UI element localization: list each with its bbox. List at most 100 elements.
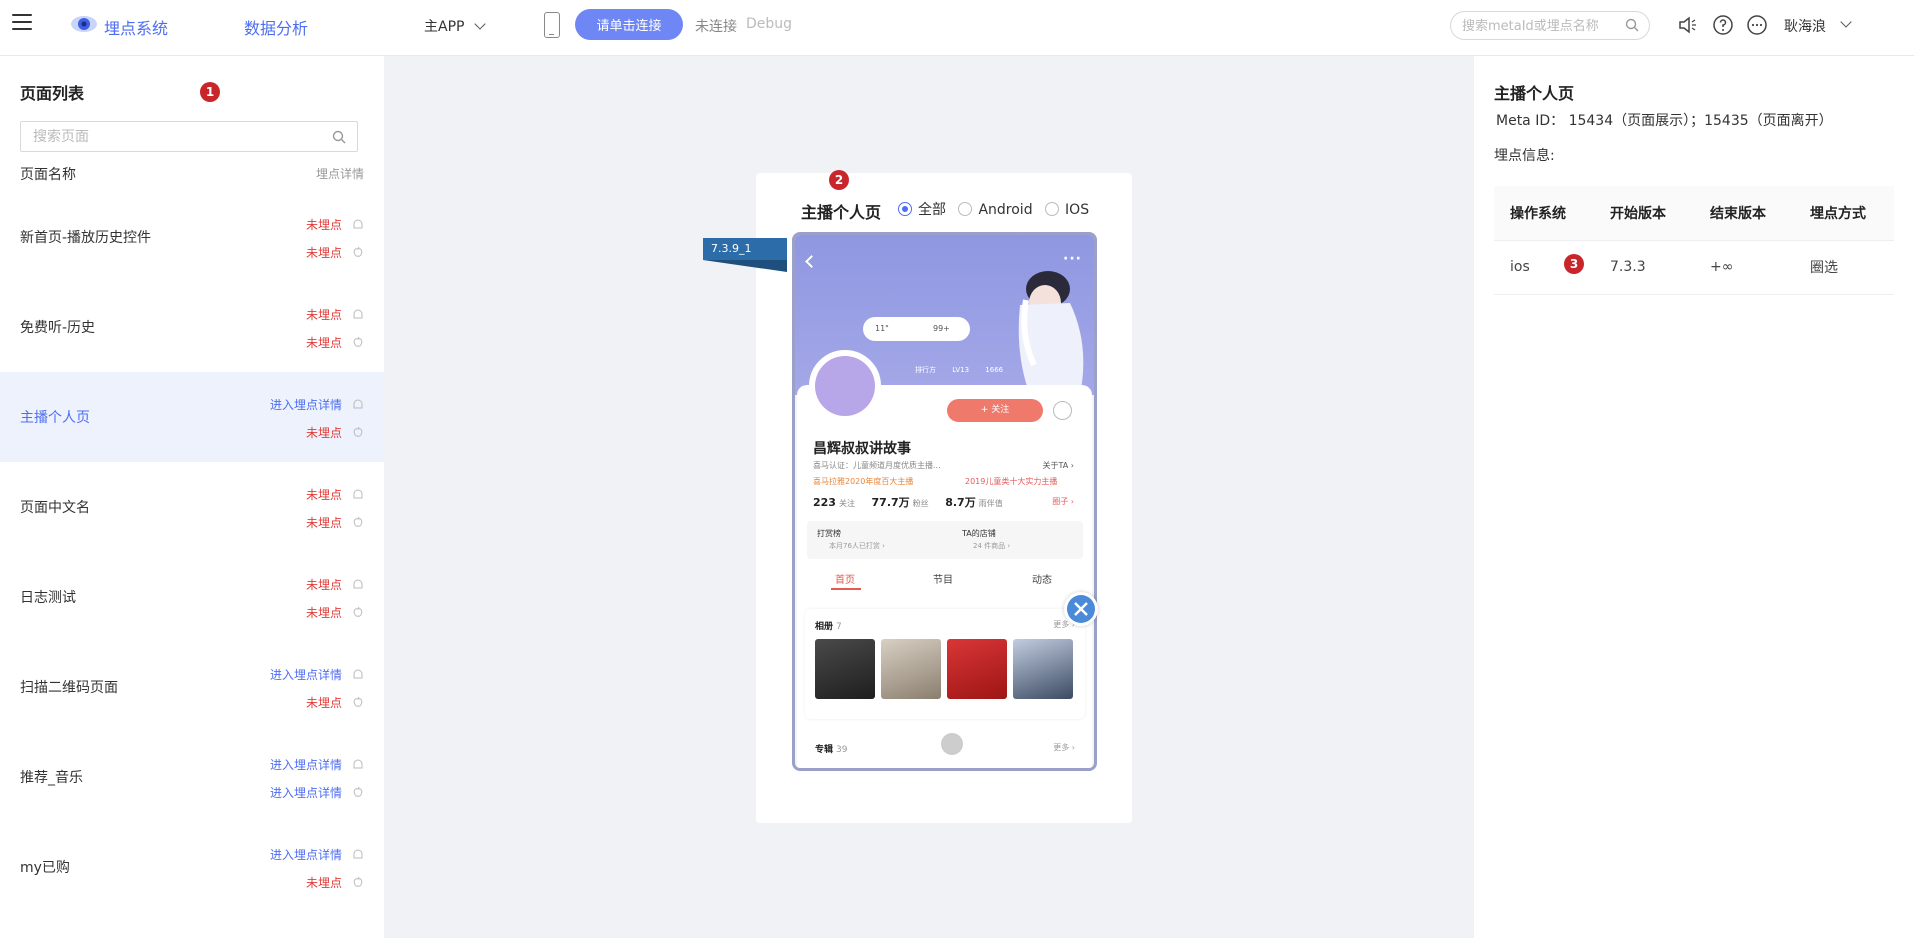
speaker-icon[interactable] <box>1676 14 1698 36</box>
status-android: 未埋点 <box>305 218 342 232</box>
likes-label: 雨伴值 <box>978 499 1003 508</box>
android-icon <box>353 219 363 229</box>
user-chevron-down-icon[interactable] <box>1840 16 1852 28</box>
android-icon <box>353 579 363 589</box>
special-count: 39 <box>836 745 848 755</box>
user-name[interactable]: 耿海浪 <box>1784 16 1826 36</box>
brand-title[interactable]: 埋点系统 <box>104 15 168 39</box>
tracking-info-label: 埋点信息: <box>1494 148 1555 164</box>
album-photo[interactable] <box>1013 639 1073 699</box>
cell-method: 圈选 <box>1794 240 1894 295</box>
status-ios: 未埋点 <box>305 516 342 530</box>
status-android-link[interactable]: 进入埋点详情 <box>270 396 342 413</box>
status-ios-link[interactable]: 进入埋点详情 <box>270 784 342 801</box>
apple-icon <box>353 606 363 617</box>
app-select[interactable]: 主APP <box>424 16 487 36</box>
status-android-link[interactable]: 进入埋点详情 <box>270 756 342 773</box>
status-android: 未埋点 <box>305 488 342 502</box>
nav-data-analysis[interactable]: 数据分析 <box>244 15 308 39</box>
profile-avatar[interactable] <box>809 350 881 422</box>
status-ios: 未埋点 <box>305 696 342 710</box>
status-android-link[interactable]: 进入埋点详情 <box>270 666 342 683</box>
profile-stats: 223 关注 77.7万 粉丝 8.7万 雨伴值 <box>813 494 1017 510</box>
help-icon[interactable] <box>1712 14 1734 36</box>
debug-toggle[interactable]: Debug <box>746 16 792 32</box>
circle-link[interactable]: 圈子 › <box>1052 496 1074 507</box>
th-start-version: 开始版本 <box>1594 186 1694 241</box>
page-row[interactable]: 推荐_音乐 进入埋点详情 进入埋点详情 <box>0 732 384 822</box>
column-detail: 埋点详情 <box>315 167 364 181</box>
radio-all[interactable]: 全部 <box>898 199 946 219</box>
shop-label[interactable]: TA的店铺 <box>962 528 996 539</box>
album-title: 相册 <box>815 622 834 632</box>
special-more-link[interactable]: 更多 › <box>1053 742 1075 753</box>
menu-icon[interactable] <box>12 14 32 32</box>
radio-ios-label: IOS <box>1065 202 1090 218</box>
award-2: 2019儿童类十大实力主播 <box>965 477 1058 486</box>
page-row[interactable]: 新首页-播放历史控件 未埋点 未埋点 <box>0 192 384 282</box>
likes-count: 8.7万 <box>945 496 976 509</box>
apple-icon <box>353 876 363 887</box>
android-icon <box>353 489 363 499</box>
tracking-table: 操作系统 开始版本 结束版本 埋点方式 ios 7.3.3 +∞ 圈选 <box>1494 186 1894 295</box>
album-photo[interactable] <box>815 639 875 699</box>
page-row[interactable]: 页面中文名 未埋点 未埋点 <box>0 462 384 552</box>
page-row-selected[interactable]: 主播个人页 进入埋点详情 未埋点 <box>0 372 384 462</box>
certification: 喜马认证：儿童频道月度优质主播... <box>813 461 941 470</box>
search-icon[interactable] <box>1625 18 1639 32</box>
page-row[interactable]: my已购 进入埋点详情 未埋点 <box>0 822 384 912</box>
global-search-input[interactable] <box>1462 16 1622 36</box>
message-icon[interactable] <box>1746 14 1768 36</box>
apple-icon <box>353 786 363 797</box>
status-android-link[interactable]: 进入埋点详情 <box>270 846 342 863</box>
connect-button[interactable]: 请单击连接 <box>575 9 683 40</box>
shop-sub: 24 件商品 › <box>973 542 1011 550</box>
tab-moments[interactable]: 动态 <box>1032 571 1052 586</box>
close-circle-icon[interactable] <box>1064 592 1098 626</box>
badge-extra: 1666 <box>985 366 1004 374</box>
about-link[interactable]: 关于TA › <box>1043 460 1074 471</box>
android-icon <box>353 849 363 859</box>
radio-ios[interactable]: IOS <box>1045 202 1089 218</box>
global-search <box>1450 11 1650 40</box>
page-name: 推荐_音乐 <box>20 770 83 786</box>
album-photo[interactable] <box>947 639 1007 699</box>
logo-eye-icon <box>71 16 97 32</box>
page-row[interactable]: 免费听-历史 未埋点 未埋点 <box>0 282 384 372</box>
tab-indicator <box>831 588 861 590</box>
page-name: 免费听-历史 <box>20 320 96 336</box>
page-row[interactable]: 扫描二维码页面 进入埋点详情 未埋点 <box>0 642 384 732</box>
tab-programs[interactable]: 节目 <box>933 571 953 586</box>
version-tag[interactable]: 7.3.9_1 <box>703 238 787 260</box>
back-icon[interactable] <box>805 255 818 268</box>
special-section: 专辑 39 更多 › <box>805 729 1085 764</box>
detail-panel: 主播个人页 Meta ID： 15434（页面展示）；15435（页面离开） 埋… <box>1474 56 1914 938</box>
android-icon <box>353 399 363 409</box>
page-name: 日志测试 <box>20 590 76 606</box>
search-icon[interactable] <box>332 130 346 144</box>
device-phone-icon[interactable] <box>544 12 560 38</box>
page-row[interactable]: 日志测试 未埋点 未埋点 <box>0 552 384 642</box>
th-end-version: 结束版本 <box>1694 186 1794 241</box>
table-row: ios 7.3.3 +∞ 圈选 <box>1494 240 1894 295</box>
tab-home[interactable]: 首页 <box>835 571 855 586</box>
page-list: 新首页-播放历史控件 未埋点 未埋点 免费听-历史 未埋点 未埋点 主播个人页 … <box>0 192 384 912</box>
status-android: 未埋点 <box>305 308 342 322</box>
follow-button[interactable]: + 关注 <box>947 399 1043 422</box>
page-search-input[interactable] <box>33 128 323 146</box>
status-android: 未埋点 <box>305 578 342 592</box>
message-circle-icon[interactable] <box>1053 401 1072 420</box>
th-method: 埋点方式 <box>1794 186 1894 241</box>
table-header-row: 操作系统 开始版本 结束版本 埋点方式 <box>1494 186 1894 241</box>
cell-start-version: 7.3.3 <box>1594 240 1694 295</box>
voice-bubble: 11" 99+ <box>863 317 970 341</box>
annotation-marker-1: 1 <box>200 82 220 102</box>
reward-label[interactable]: 打赏榜 <box>817 528 841 539</box>
phone-screenshot[interactable]: ··· 11" 99+ 排行方 LV13 1666 + 关注 昌辉叔叔讲故事 喜… <box>792 232 1097 771</box>
page-name: 主播个人页 <box>20 410 90 426</box>
playing-disc-icon[interactable] <box>939 731 965 757</box>
connection-status: 未连接 <box>695 19 737 35</box>
radio-android[interactable]: Android <box>958 202 1033 218</box>
cell-end-version: +∞ <box>1694 240 1794 295</box>
album-photo[interactable] <box>881 639 941 699</box>
